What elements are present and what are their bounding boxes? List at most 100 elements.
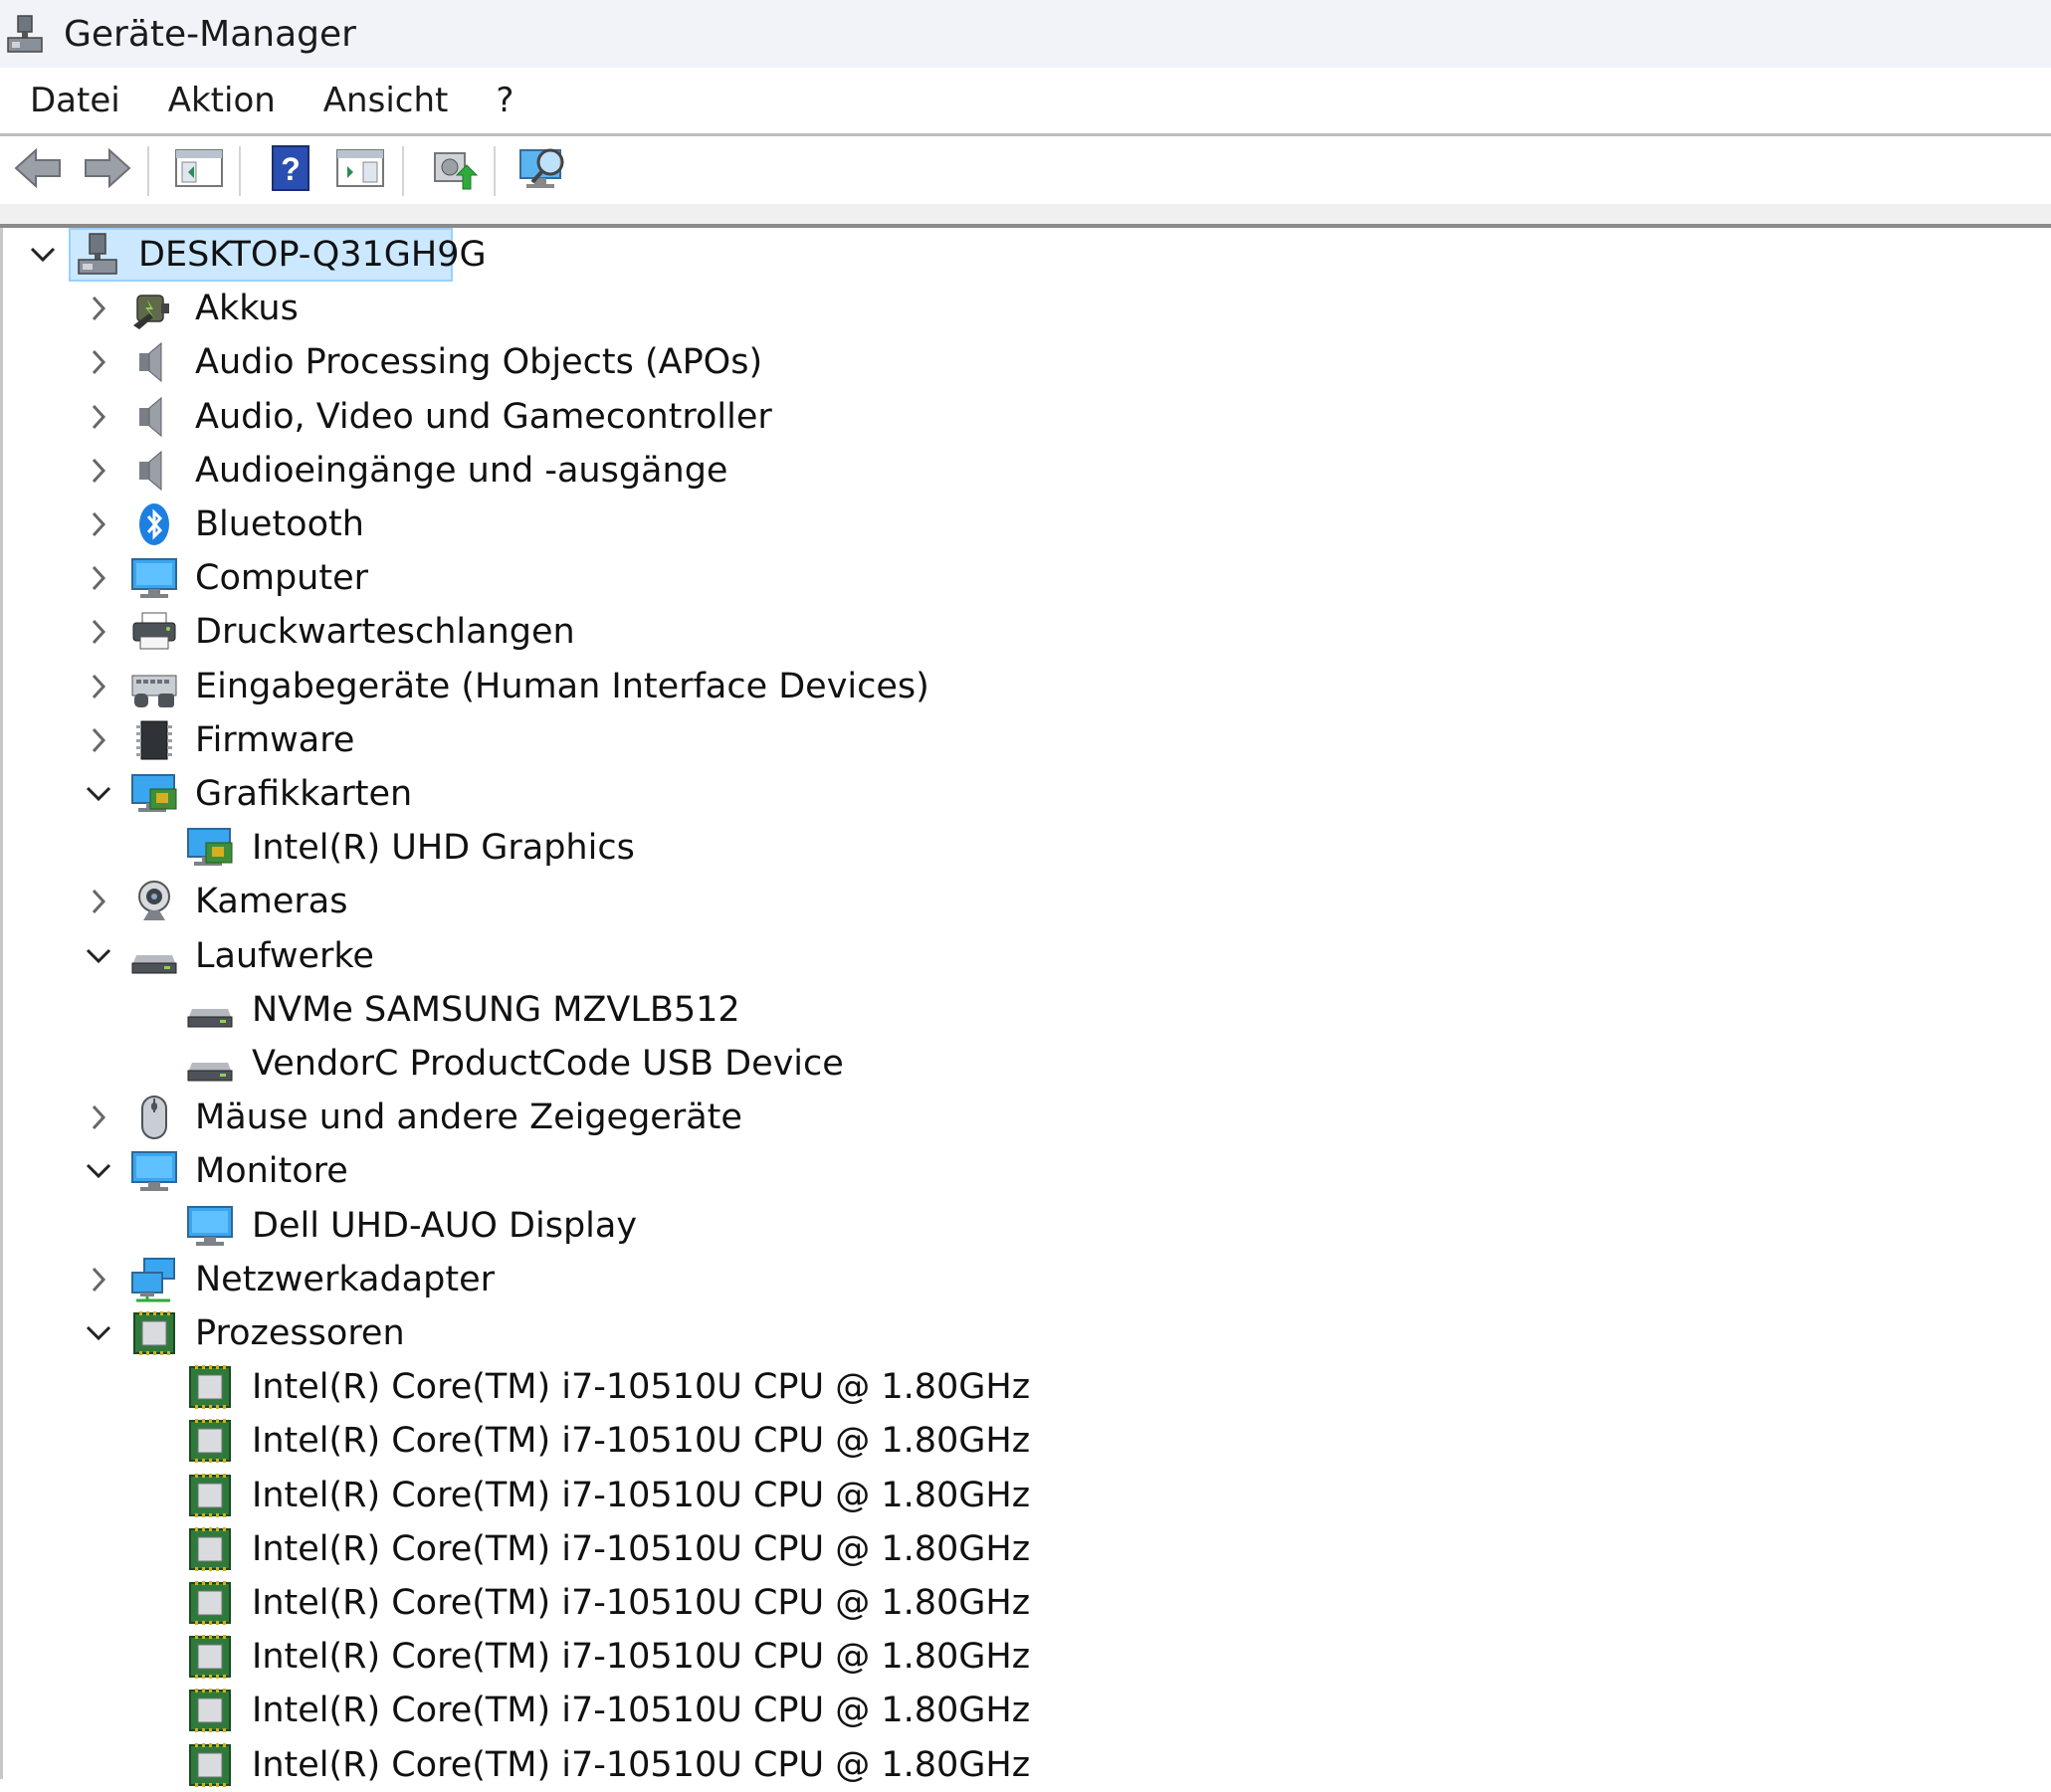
back-button[interactable] [10,144,66,196]
svg-text:?: ? [281,151,301,187]
tree-root-computer[interactable]: DESKTOP-Q31GH9G [3,228,2051,282]
computer-icon [73,229,124,281]
tree-device[interactable]: Intel(R) Core(TM) i7-10510U CPU @ 1.80GH… [3,1360,2051,1414]
tree-category[interactable]: Audio, Video und Gamecontroller [3,390,2051,444]
tree-device[interactable]: Intel(R) Core(TM) i7-10510U CPU @ 1.80GH… [3,1684,2051,1737]
tree-item-label: Laufwerke [195,935,374,976]
help-button[interactable]: ? [263,144,318,196]
network-adapter-icon [128,1254,180,1305]
chevron-down-icon[interactable] [81,1153,116,1189]
chevron-right-icon[interactable] [81,344,116,380]
menu-datei[interactable]: Datei [0,68,144,133]
processor-icon [184,1415,236,1467]
tree-category[interactable]: Netzwerkadapter [3,1253,2051,1306]
speaker-icon [128,391,180,443]
update-driver-icon [429,145,479,195]
tree-category[interactable]: Monitore [3,1144,2051,1198]
tree-item-label: Dell UHD-AUO Display [252,1205,638,1246]
tree-category[interactable]: Druckwarteschlangen [3,605,2051,659]
chevron-right-icon[interactable] [81,884,116,919]
menu-help[interactable]: ? [472,68,537,133]
tree-item-label: Intel(R) Core(TM) i7-10510U CPU @ 1.80GH… [252,1691,1031,1731]
tree-device[interactable]: Intel(R) Core(TM) i7-10510U CPU @ 1.80GH… [3,1414,2051,1468]
tree-item-label: Audioeingänge und -ausgänge [195,450,728,491]
tree-device[interactable]: VendorC ProductCode USB Device [3,1037,2051,1091]
tree-item-label: Monitore [195,1151,348,1192]
tree-category[interactable]: Prozessoren [3,1306,2051,1360]
chevron-right-icon[interactable] [81,1262,116,1297]
forward-button[interactable] [80,144,135,196]
chevron-right-icon[interactable] [81,560,116,596]
console-tree-button[interactable] [171,144,227,196]
tree-category[interactable]: Laufwerke [3,929,2051,983]
tree-category[interactable]: Grafikkarten [3,767,2051,821]
tree-device[interactable]: Intel(R) Core(TM) i7-10510U CPU @ 1.80GH… [3,1576,2051,1630]
firmware-icon [128,714,180,766]
tree-category[interactable]: Eingabegeräte (Human Interface Devices) [3,660,2051,713]
tree-device[interactable]: Intel(R) Core(TM) i7-10510U CPU @ 1.80GH… [3,1522,2051,1576]
tree-device[interactable]: Intel(R) Core(TM) i7-10510U CPU @ 1.80GH… [3,1630,2051,1684]
title-bar: Geräte-Manager [0,0,2051,68]
tree-item-label: Bluetooth [195,504,364,544]
tree-item-label: VendorC ProductCode USB Device [252,1044,844,1084]
tree-device[interactable]: NVMe SAMSUNG MZVLB512 [3,983,2051,1037]
tree-item-label: Druckwarteschlangen [195,612,575,653]
speaker-icon [128,336,180,388]
chevron-right-icon[interactable] [81,669,116,704]
update-driver-button[interactable] [426,144,482,196]
tree-device[interactable]: Intel(R) UHD Graphics [3,821,2051,875]
chevron-right-icon[interactable] [81,614,116,650]
menu-bar: Datei Aktion Ansicht ? [0,68,2051,133]
chevron-down-icon[interactable] [81,776,116,812]
tree-item-label: Firmware [195,719,355,760]
tree-category[interactable]: Firmware [3,713,2051,767]
tree-category[interactable]: Audio Processing Objects (APOs) [3,335,2051,389]
processor-icon [184,1631,236,1683]
monitor-icon [128,552,180,604]
drive-icon [184,1038,236,1090]
chevron-right-icon[interactable] [81,1099,116,1135]
processor-icon [184,1361,236,1413]
tree-category[interactable]: Computer [3,551,2051,605]
chevron-down-icon[interactable] [81,1315,116,1351]
scan-hardware-button[interactable] [517,144,573,196]
tree-item-label: Intel(R) Core(TM) i7-10510U CPU @ 1.80GH… [252,1744,1031,1785]
monitor-icon [128,1145,180,1197]
tree-device[interactable]: Dell UHD-AUO Display [3,1199,2051,1253]
tree-category[interactable]: Akkus [3,282,2051,335]
chevron-down-icon[interactable] [25,237,61,273]
tree-category[interactable]: Audioeingänge und -ausgänge [3,444,2051,498]
tree-item-label: Intel(R) Core(TM) i7-10510U CPU @ 1.80GH… [252,1367,1031,1408]
tree-item-label: Intel(R) Core(TM) i7-10510U CPU @ 1.80GH… [252,1421,1031,1462]
menu-aktion[interactable]: Aktion [144,68,300,133]
tree-item-label: Intel(R) UHD Graphics [252,828,635,869]
toolbar-separator [402,146,404,196]
processor-icon [184,1685,236,1736]
tree-item-label: NVMe SAMSUNG MZVLB512 [252,989,740,1030]
chevron-right-icon[interactable] [81,722,116,758]
chevron-right-icon[interactable] [81,453,116,489]
tree-category[interactable]: Kameras [3,875,2051,928]
chevron-down-icon[interactable] [81,938,116,974]
tree-category[interactable]: Bluetooth [3,498,2051,551]
chevron-right-icon[interactable] [81,506,116,542]
chevron-right-icon[interactable] [81,291,116,326]
tree-device[interactable]: Intel(R) Core(TM) i7-10510U CPU @ 1.80GH… [3,1738,2051,1792]
device-manager-icon [4,12,48,56]
tree-item-label: Mäuse und andere Zeigegeräte [195,1097,742,1138]
webcam-icon [128,876,180,927]
tree-item-label: Prozessoren [195,1313,405,1353]
processor-icon [184,1523,236,1575]
tree-category[interactable]: Mäuse und andere Zeigegeräte [3,1091,2051,1144]
chevron-right-icon[interactable] [81,399,116,435]
processor-icon [128,1307,180,1359]
menu-ansicht[interactable]: Ansicht [300,68,473,133]
toolbar: ? [0,136,2051,204]
toolbar-separator [239,146,241,196]
speaker-icon [128,445,180,497]
toolbar-bottom-strip [0,204,2051,224]
tree-item-label: Intel(R) Core(TM) i7-10510U CPU @ 1.80GH… [252,1583,1031,1623]
bluetooth-icon [128,498,180,550]
action-pane-button[interactable] [332,144,388,196]
tree-device[interactable]: Intel(R) Core(TM) i7-10510U CPU @ 1.80GH… [3,1469,2051,1522]
